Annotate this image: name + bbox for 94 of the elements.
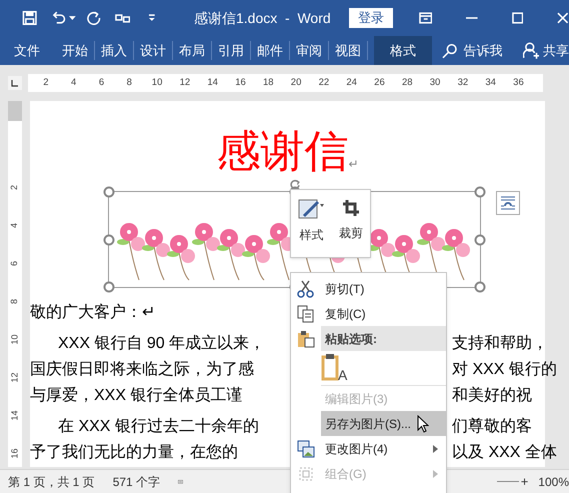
copy-icon bbox=[297, 304, 315, 322]
ruler-number: 6 bbox=[10, 261, 20, 266]
mouse-pointer-icon bbox=[417, 414, 429, 432]
submenu-arrow-icon bbox=[433, 470, 438, 478]
ruler-number: 24 bbox=[345, 76, 358, 90]
change-picture-icon bbox=[297, 440, 315, 458]
ruler-margin-marker bbox=[8, 101, 22, 121]
paragraph-text: 和美好的祝 bbox=[452, 386, 532, 406]
menu-item[interactable]: 更改图片(4) bbox=[321, 436, 433, 461]
redo-icon[interactable] bbox=[86, 10, 101, 26]
ruler-number: 4 bbox=[70, 76, 78, 90]
ruler-number: 4 bbox=[10, 223, 20, 228]
ruler-number: 18 bbox=[262, 76, 275, 90]
ribbon-tab[interactable]: 邮件 bbox=[250, 36, 289, 65]
paragraph-text: 国庆假日即将来临之际，为了感 bbox=[30, 361, 254, 378]
ruler-number: 6 bbox=[98, 76, 106, 90]
paragraph-text: 对 XXX 银行的 bbox=[452, 360, 557, 380]
paragraph-text: 在 XXX 银行过去二十余年的 bbox=[58, 418, 259, 435]
ruler-number: 28 bbox=[400, 76, 414, 90]
zoom-in-button[interactable]: + bbox=[520, 472, 528, 492]
caret-icon[interactable] bbox=[68, 16, 76, 20]
paragraph-mark: ↵ bbox=[348, 156, 358, 173]
ribbon-tab[interactable]: 布局 bbox=[172, 36, 211, 65]
ruler-number: 2 bbox=[42, 76, 50, 90]
ribbon-tab[interactable]: 开始 bbox=[56, 36, 94, 65]
crop-icon bbox=[340, 198, 361, 218]
ruler-number: 14 bbox=[10, 410, 20, 420]
resize-handle[interactable] bbox=[474, 186, 486, 198]
undo-icon[interactable] bbox=[51, 10, 67, 26]
mini-toolbar-button[interactable]: 裁剪 bbox=[338, 198, 363, 257]
ruler-number: 22 bbox=[318, 76, 330, 90]
word-count[interactable]: 571 个字 bbox=[112, 472, 160, 490]
resize-handle[interactable] bbox=[474, 282, 486, 292]
ruler-number: 10 bbox=[10, 334, 20, 344]
ruler-number: 12 bbox=[178, 76, 192, 90]
zoom-level[interactable]: 100% bbox=[538, 472, 569, 490]
ruler-number: 16 bbox=[234, 76, 247, 90]
ruler-number: 8 bbox=[10, 299, 20, 304]
menu-item[interactable]: 另存为图片(S)... bbox=[321, 411, 446, 436]
search-icon[interactable] bbox=[442, 42, 458, 58]
ruler-number: 8 bbox=[126, 76, 133, 90]
paragraph-text: 予了我们无比的力量，在您的 bbox=[30, 444, 238, 461]
paragraph-text: 敬的广大客户：↵ bbox=[30, 304, 155, 321]
ruler-number: 30 bbox=[428, 76, 442, 90]
scissors-icon bbox=[297, 280, 315, 298]
ribbon-display-options-icon[interactable] bbox=[418, 12, 432, 24]
layout-options-icon[interactable] bbox=[496, 191, 520, 215]
ruler-number: 14 bbox=[206, 76, 219, 90]
letter-heading: 感谢信 bbox=[216, 129, 348, 175]
submenu-arrow-icon bbox=[433, 444, 438, 452]
page-count: 第 1 页，共 1 页 bbox=[8, 474, 95, 490]
paste-options-header: 粘贴选项: bbox=[321, 326, 446, 351]
paragraph-text: 以及 XXX 全体 bbox=[452, 442, 557, 463]
paragraph-text: XXX 银行自 90 年成立以来， bbox=[58, 335, 266, 352]
ruler-number: 10 bbox=[150, 76, 164, 90]
close-icon[interactable] bbox=[557, 12, 569, 24]
ruler-number: 20 bbox=[290, 76, 302, 90]
paragraph-text: 们尊敬的客 bbox=[452, 416, 532, 437]
rotate-handle-icon[interactable] bbox=[289, 179, 300, 190]
menu-item[interactable]: 剪切(T) bbox=[321, 276, 446, 301]
mini-toolbar-button[interactable]: 样式 bbox=[298, 198, 324, 257]
resize-handle[interactable] bbox=[104, 282, 114, 292]
ruler-number: 32 bbox=[456, 76, 470, 90]
paragraph-text: 支持和帮助， bbox=[452, 334, 548, 354]
person-add-icon[interactable] bbox=[522, 42, 539, 59]
resize-handle[interactable] bbox=[104, 186, 114, 198]
group-icon bbox=[297, 464, 315, 482]
ribbon-tab[interactable]: 文件 bbox=[8, 36, 46, 65]
paste-icon bbox=[297, 330, 315, 348]
ribbon-tab[interactable]: 审阅 bbox=[290, 36, 328, 65]
ribbon-tab[interactable]: 设计 bbox=[134, 36, 172, 65]
save-icon[interactable] bbox=[22, 10, 38, 26]
sign-in-button[interactable]: 登录 bbox=[348, 8, 393, 28]
customize-icon[interactable] bbox=[148, 14, 156, 22]
window-title: 感谢信1.docx - Word bbox=[194, 8, 331, 28]
ruler-number: 34 bbox=[484, 76, 497, 90]
resize-handle[interactable] bbox=[474, 234, 486, 245]
tell-me-label[interactable]: 告诉我 bbox=[464, 36, 503, 65]
tab-selector-icon[interactable] bbox=[8, 76, 22, 90]
paragraph-text: 与厚爱，XXX 银行全体员工谨 bbox=[30, 387, 242, 404]
ribbon-tab[interactable]: 插入 bbox=[94, 36, 133, 65]
ruler-number: 26 bbox=[373, 76, 386, 90]
ribbon-tab[interactable]: 引用 bbox=[212, 36, 250, 65]
ribbon-tab[interactable]: 格式 bbox=[374, 36, 432, 65]
share-label[interactable]: 共享 bbox=[543, 36, 569, 65]
resize-handle[interactable] bbox=[104, 234, 114, 245]
ruler-number: 36 bbox=[512, 76, 525, 90]
ruler-number: 16 bbox=[10, 448, 20, 458]
maximize-icon[interactable] bbox=[512, 12, 524, 24]
picture-style-icon bbox=[298, 198, 324, 220]
ruler-number: 12 bbox=[10, 372, 20, 382]
ruler-number: 2 bbox=[10, 185, 20, 190]
ribbon-tab[interactable]: 视图 bbox=[328, 36, 367, 65]
menu-item[interactable]: 复制(C) bbox=[321, 301, 446, 326]
